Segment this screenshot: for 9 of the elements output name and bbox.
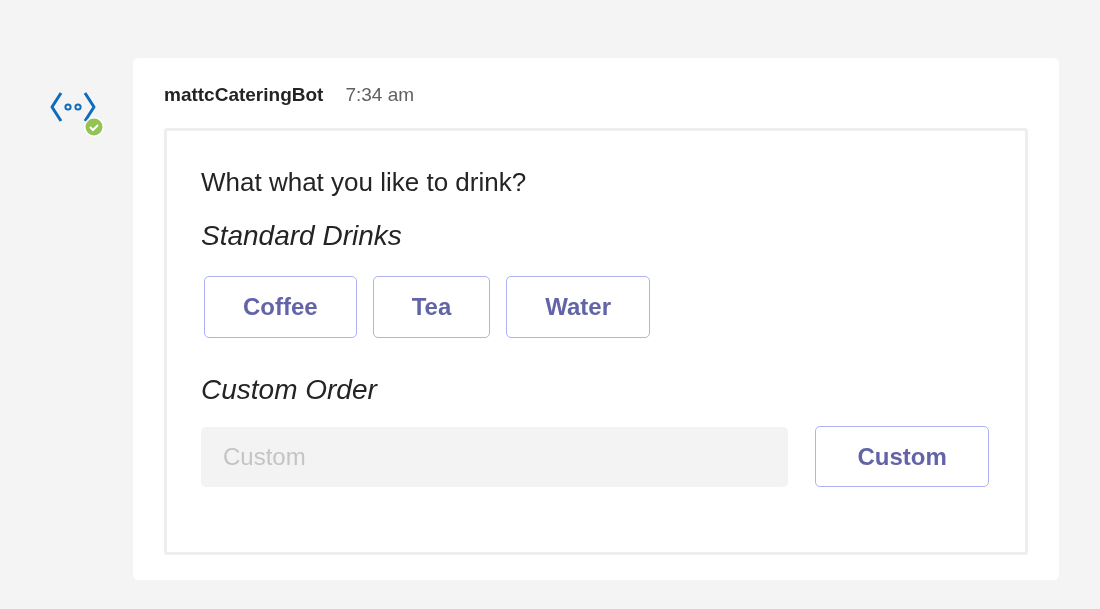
choice-button[interactable]: Tea	[372, 276, 491, 338]
choice-button[interactable]: Coffee	[204, 276, 357, 338]
section-heading: Custom Order	[201, 374, 379, 406]
choice-button[interactable]: Water	[506, 276, 651, 338]
submit-button[interactable]: Custom	[815, 426, 989, 487]
card-title: What what you like to drink?	[201, 167, 528, 198]
message-time: 7:34 am	[345, 84, 415, 106]
sender-name: mattcCateringBot	[164, 84, 324, 106]
section-heading: Standard Drinks	[201, 220, 403, 252]
